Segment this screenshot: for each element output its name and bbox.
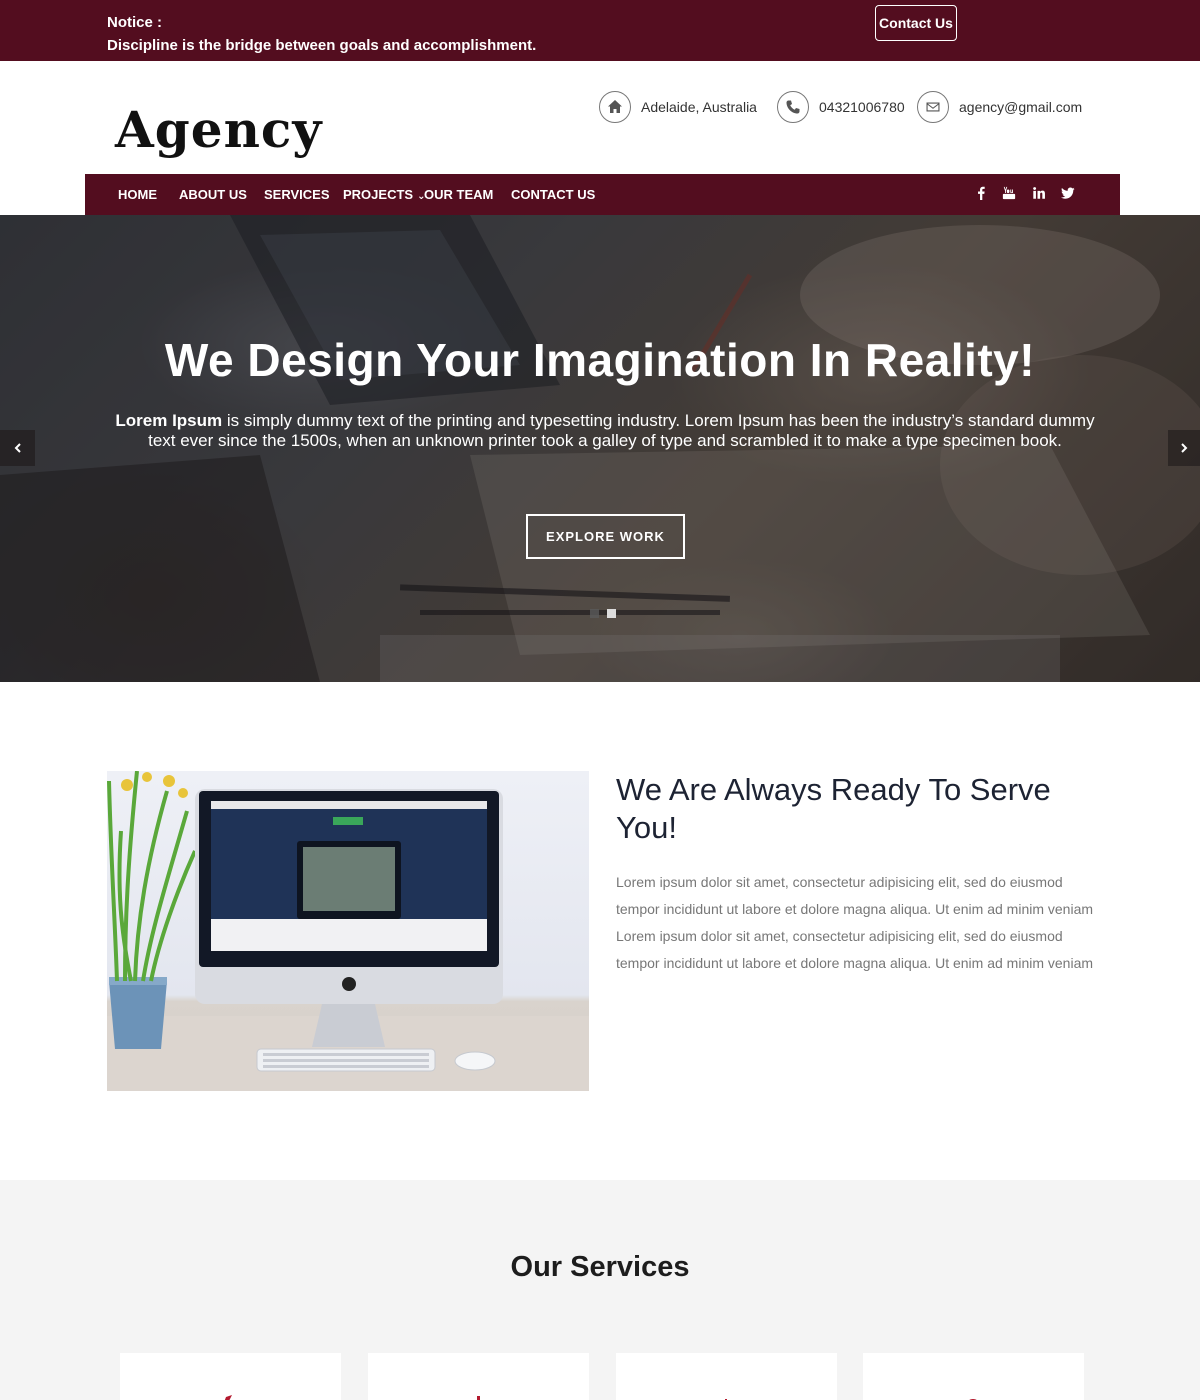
facebook-icon[interactable]	[973, 186, 989, 202]
home-icon	[599, 91, 631, 123]
notice-bar: Notice : Discipline is the bridge betwee…	[0, 0, 1200, 61]
hero-text-bold: Lorem Ipsum	[115, 411, 223, 430]
slider-prev-arrow[interactable]	[0, 430, 35, 466]
slider-dot-2-active[interactable]	[607, 609, 616, 618]
service-card[interactable]	[120, 1353, 341, 1400]
chevron-right-icon	[1181, 443, 1188, 453]
about-text: Lorem ipsum dolor sit amet, consectetur …	[616, 874, 1094, 971]
envelope-icon	[917, 91, 949, 123]
email-text[interactable]: agency@gmail.com	[959, 99, 1082, 115]
hero-text: Lorem Ipsum is simply dummy text of the …	[110, 411, 1100, 451]
phone-icon	[777, 91, 809, 123]
service-icon	[477, 1396, 480, 1400]
imac-desk-illustration	[107, 771, 589, 1091]
nav-contact-us[interactable]: CONTACT US	[511, 187, 595, 202]
notice-text: Discipline is the bridge between goals a…	[107, 37, 537, 54]
service-icon	[725, 1399, 727, 1400]
main-nav: HOME ABOUT US SERVICES PROJECTS ⌄ OUR TEA…	[85, 174, 1120, 215]
hero-title: We Design Your Imagination In Reality!	[164, 334, 1036, 386]
service-icon	[224, 1395, 232, 1400]
nav-projects[interactable]: PROJECTS ⌄	[343, 187, 425, 202]
phone-text[interactable]: 04321006780	[819, 99, 905, 115]
contact-us-button[interactable]: Contact Us	[875, 5, 957, 41]
nav-services[interactable]: SERVICES	[264, 187, 330, 202]
service-card[interactable]	[863, 1353, 1084, 1400]
youtube-icon[interactable]	[1001, 186, 1017, 202]
address-text: Adelaide, Australia	[641, 99, 757, 115]
notice-title: Notice :	[107, 14, 163, 31]
slider-dot-1[interactable]	[590, 609, 599, 618]
email-info: agency@gmail.com	[917, 91, 1082, 123]
about-image	[107, 771, 589, 1091]
linkedin-icon[interactable]	[1031, 186, 1047, 202]
about-title: We Are Always Ready To Serve You!	[616, 772, 1051, 845]
slider-next-arrow[interactable]	[1168, 430, 1200, 466]
nav-about-us[interactable]: ABOUT US	[179, 187, 247, 202]
twitter-icon[interactable]	[1060, 186, 1076, 202]
phone-info: 04321006780	[777, 91, 905, 123]
nav-our-team[interactable]: OUR TEAM	[424, 187, 493, 202]
service-icon	[969, 1399, 977, 1400]
chevron-left-icon	[14, 443, 21, 453]
address-info: Adelaide, Australia	[599, 91, 757, 123]
nav-projects-label: PROJECTS	[343, 187, 414, 202]
service-card[interactable]	[368, 1353, 589, 1400]
service-card[interactable]	[616, 1353, 837, 1400]
explore-work-button[interactable]: EXPLORE WORK	[526, 514, 685, 559]
nav-home[interactable]: HOME	[118, 187, 157, 202]
services-section: Our Services	[0, 1180, 1200, 1400]
hero-slider: We Design Your Imagination In Reality! L…	[0, 215, 1200, 682]
site-logo[interactable]: Agency	[115, 100, 322, 159]
hero-text-body: is simply dummy text of the printing and…	[148, 411, 1095, 450]
services-title: Our Services	[510, 1251, 690, 1283]
